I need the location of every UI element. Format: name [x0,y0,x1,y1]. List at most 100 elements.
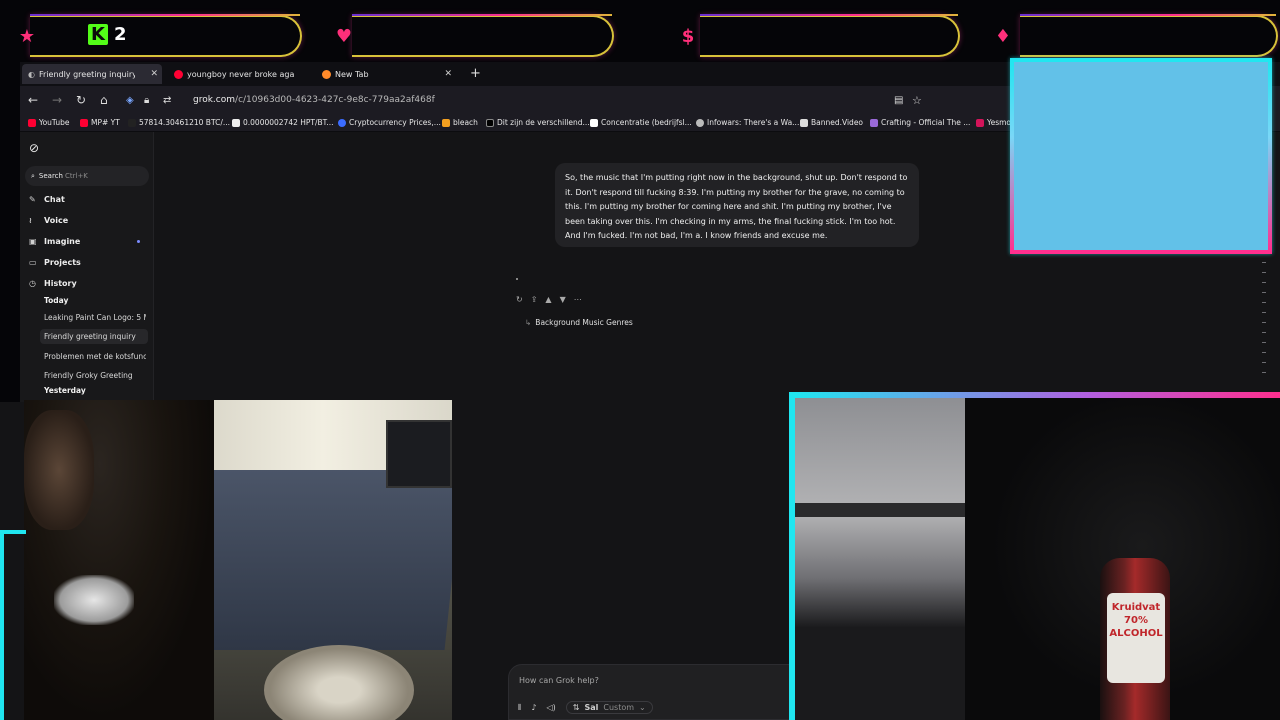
tab-youtube[interactable]: youngboy never broke again - Y [168,64,308,84]
screen-capture-box [1010,58,1272,254]
heart-icon: ♥ [335,25,353,47]
history-item[interactable]: Problemen met de kotsfunctie [44,352,146,361]
bottle-label: Kruidvat 70% ALCOHOL [1107,593,1165,683]
coin-icon [338,118,346,127]
bleach-icon [442,118,450,127]
search-icon: ⌕ [31,171,35,180]
bookmark-item[interactable]: bleach [442,118,478,127]
bookmark-item[interactable]: Crafting - Official The ... [870,118,970,127]
wikipedia-icon [590,118,598,127]
sliders-icon: ⇅ [572,703,580,712]
new-tab-button[interactable]: + [470,66,481,81]
close-tab-icon[interactable]: ✕ [150,69,158,79]
composer-placeholder: How can Grok help? [519,676,599,685]
sidebar-item-voice[interactable]: ≀ Voice [29,216,68,225]
ticker-icon [128,118,136,127]
history-group-today: Today [44,296,69,305]
thumbs-down-icon[interactable]: ▼ [560,295,566,304]
voice-mode-icon[interactable]: ⫴ [518,703,521,713]
history-item[interactable]: Friendly Groky Greeting [44,371,146,380]
more-icon[interactable]: ⋯ [574,295,582,304]
tab-grok[interactable]: ◐ Friendly greeting inquiry - G ✕ [22,64,162,84]
tab-new[interactable]: New Tab ✕ [316,64,456,84]
grok-logo-icon[interactable]: ⊘ [29,141,39,155]
history-icon: ◷ [29,279,36,288]
reload-icon[interactable]: ↻ [76,93,86,107]
bookmark-item[interactable]: MP# YT [80,118,120,127]
model-selector[interactable]: ⇅ Sal Custom ⌄ [565,701,653,714]
tab-label: New Tab [335,69,369,79]
search-input[interactable]: ⌕ Search Ctrl+K [25,166,149,186]
shield-icon[interactable]: ◈ [126,95,134,106]
tab-label: youngboy never broke again - Y [187,69,295,79]
crafting-icon [870,118,878,127]
overlay-slot-4 [1020,14,1278,57]
sidebar-item-history[interactable]: ◷ History [29,279,77,288]
thumbs-up-icon[interactable]: ▲ [545,295,551,304]
bookmark-item[interactable]: Infowars: There's a Wa... [696,118,799,127]
bookmark-item[interactable]: 57814.30461210 BTC/... [128,118,230,127]
bookmark-item[interactable]: YouTube [28,118,70,127]
cam-table [264,645,414,720]
home-icon[interactable]: ⌂ [100,93,108,107]
tab-label: Friendly greeting inquiry - G [38,69,135,79]
related-suggestion[interactable]: ↳ Background Music Genres [525,318,633,327]
dollar-icon: $ [681,25,695,47]
chat-icon: ✎ [29,195,36,204]
webcam-feed-left [24,400,452,720]
share-icon[interactable]: ⇪ [531,295,538,304]
back-icon[interactable]: ← [28,93,38,107]
drop-icon: ♦ [994,25,1012,47]
tab-audio-icon[interactable]: ◐ [28,70,35,79]
bookmark-item[interactable]: Dit zijn de verschillend... [486,118,590,127]
page-icon [976,118,984,127]
history-item-active[interactable]: Friendly greeting inquiry [40,329,148,344]
kick-count-value: 2 [113,24,127,45]
sidebar-item-imagine[interactable]: ▣ Imagine [29,237,80,246]
loading-dot [516,278,518,280]
address-bar[interactable]: grok.com/c/10963d00-4623-427c-9e8c-779aa… [193,95,435,105]
lock-icon[interactable]: 🔒︎ [144,95,149,106]
message-actions: ↻ ⇪ ▲ ▼ ⋯ [516,295,582,304]
reply-arrow-icon: ↳ [525,318,532,327]
voice-icon: ≀ [29,216,32,225]
bookmark-item[interactable]: Banned.Video [800,118,863,127]
url-host: grok.com [193,95,236,105]
image-icon: ▣ [29,237,37,246]
sidebar-item-chat[interactable]: ✎ Chat [29,195,65,204]
new-indicator-dot [137,240,140,243]
cam-cloth [54,575,134,625]
kick-counter: K2 [88,24,126,45]
url-path: /c/10963d00-4623-427c-9e8c-779aa2af468f [235,95,435,105]
cam-desk [174,470,452,650]
star-icon: ★ [18,25,36,47]
permissions-icon[interactable]: ⇄ [163,95,171,106]
microphone-icon[interactable]: ♪ [531,703,536,712]
cam-shelf [795,503,985,517]
close-tab-icon[interactable]: ✕ [444,69,452,79]
overlay-slot-3 [700,14,960,57]
bookmark-item[interactable]: Concentratie (bedrijfsl... [590,118,692,127]
chat-composer[interactable]: How can Grok help? ⫴ ♪ ◁) ⇅ Sal Custom ⌄ [508,664,790,720]
overlay-frame-left [0,530,26,720]
user-message-bubble: So, the music that I'm putting right now… [555,163,919,247]
history-item[interactable]: Leaking Paint Can Logo: 5 M [44,313,146,322]
forward-icon[interactable]: → [52,93,62,107]
page-icon [800,118,808,127]
webcam-feed-right: Kruidvat 70% ALCOHOL [789,392,1280,720]
regenerate-icon[interactable]: ↻ [516,295,523,304]
bookmark-star-icon[interactable]: ☆ [912,94,922,107]
folder-icon: ▭ [29,258,37,267]
reader-mode-icon[interactable]: ▤ [894,95,903,106]
bookmark-item[interactable]: Cryptocurrency Prices,... [338,118,441,127]
x-icon [486,118,494,127]
bookmark-item[interactable]: 0.0000002742 HPT/BT... [232,118,334,127]
bookmark-item[interactable]: Yesmo [976,118,1011,127]
sidebar: ⊘ ⌕ Search Ctrl+K ✎ Chat ≀ Voice ▣ Imagine … [20,132,154,402]
sidebar-item-projects[interactable]: ▭ Projects [29,258,81,267]
youtube-icon [174,69,183,79]
composer-tools: ⫴ ♪ ◁) ⇅ Sal Custom ⌄ [518,701,653,714]
speaker-icon[interactable]: ◁) [546,703,555,712]
globe-icon [696,118,704,127]
firefox-icon [322,69,331,79]
